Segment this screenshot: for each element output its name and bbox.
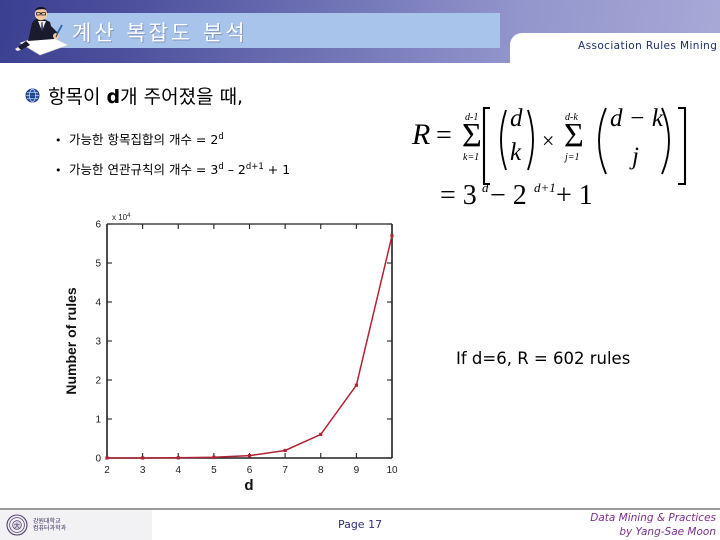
bullet-dot: • — [55, 134, 62, 147]
person-writing-icon — [12, 3, 74, 58]
y-tick-label: 2 — [95, 376, 101, 387]
formula-paren2-right — [661, 107, 670, 175]
x-tick-label: 6 — [247, 465, 253, 476]
slide: 계산 복잡도 분석 Association Rules Mining 항목이 d… — [0, 0, 720, 540]
y-axis-label: Number of rules — [63, 287, 79, 395]
credit-line-2: by Yang-Sae Moon — [619, 526, 716, 539]
bullet-dot: • — [55, 164, 62, 177]
formula-bracket-left — [482, 106, 490, 186]
page-title: 계산 복잡도 분석 — [72, 21, 248, 45]
formula-paren1-right — [527, 109, 534, 171]
x-tick-label: 8 — [318, 465, 324, 476]
formula-line2-exp1: d — [482, 180, 489, 195]
data-point — [247, 454, 252, 458]
lead-statement: 항목이 d개 주어졌을 때, — [48, 82, 243, 109]
rule-count-formula: R = Σ d-1 k=1 d k × Σ d-k j=1 d − k j = … — [410, 98, 710, 210]
x-axis-label: d — [244, 477, 253, 494]
credit-line-1: Data Mining & Practices — [590, 512, 716, 524]
formula-paren1-left — [500, 109, 507, 171]
sub-bullet-exponent: d — [218, 131, 224, 142]
footer-credit: Data Mining & Practices by Yang-Sae Moon — [590, 511, 716, 539]
lead-suffix: 개 주어졌을 때, — [120, 86, 244, 108]
lead-variable: d — [106, 86, 121, 108]
x-tick-label: 9 — [354, 465, 360, 476]
formula-sigma1-top: d-1 — [465, 112, 478, 123]
y-tick-label: 3 — [95, 337, 101, 348]
globe-network-icon — [25, 88, 40, 103]
data-point — [283, 448, 287, 453]
formula-equals: = — [436, 120, 452, 151]
data-point — [319, 432, 323, 437]
y-tick-label: 5 — [95, 259, 101, 270]
formula-binom1-top: d — [510, 105, 523, 132]
chart-axes — [106, 223, 393, 459]
rules-growth-chart: 2 3 4 5 6 7 8 9 10 0 1 2 3 4 5 6 x 104 d Number of rule… — [62, 206, 422, 506]
formula-paren2-left — [598, 107, 607, 175]
sub-bullet-tail: + 1 — [263, 162, 291, 177]
sub-bullet-itemsets: • 가능한 항목집합의 개수 = 2d — [55, 129, 224, 148]
y-tick-label: 6 — [95, 220, 101, 231]
formula-line2-mid: − 2 — [490, 180, 527, 210]
x-tick-label: 10 — [386, 465, 398, 476]
formula-sigma1-bottom: k=1 — [463, 152, 479, 163]
formula-line2-tail: + 1 — [556, 180, 593, 210]
chart-ticks: 2 3 4 5 6 7 8 9 10 0 1 2 3 4 5 6 — [95, 220, 398, 477]
chart-series — [105, 234, 394, 460]
lead-prefix: 항목이 — [48, 86, 107, 108]
sub-bullet-mid: – 2 — [223, 162, 246, 177]
sub-bullet-text: 가능한 항목집합의 개수 = 2 — [69, 132, 219, 147]
formula-lhs: R — [411, 118, 430, 151]
data-point — [141, 456, 145, 460]
series-line — [106, 235, 393, 459]
data-point — [390, 234, 394, 238]
formula-line2: = 3 — [440, 180, 477, 210]
y-tick-label: 0 — [95, 454, 101, 465]
sub-bullet-exponent-2: d+1 — [245, 161, 264, 172]
formula-binom2-bottom: j — [629, 143, 639, 170]
data-point — [176, 456, 180, 460]
title-band: 계산 복잡도 분석 — [42, 13, 500, 48]
x-tick-label: 7 — [282, 465, 288, 476]
formula-line2-exp2: d+1 — [534, 180, 556, 195]
data-point — [354, 383, 358, 387]
formula-binom2-top: d − k — [610, 105, 664, 132]
formula-binom1-bottom: k — [510, 139, 522, 166]
y-tick-label: 1 — [95, 415, 101, 426]
sub-bullet-rules: • 가능한 연관규칙의 개수 = 3d – 2d+1 + 1 — [55, 159, 290, 178]
y-axis-multiplier: x 104 — [112, 213, 131, 222]
data-point — [212, 455, 216, 459]
formula-bracket-right — [678, 106, 687, 186]
header-subtitle: Association Rules Mining — [578, 40, 718, 52]
formula-times: × — [542, 128, 554, 153]
data-point — [105, 456, 109, 460]
x-tick-label: 5 — [211, 465, 217, 476]
sub-bullet-text: 가능한 연관규칙의 개수 = 3 — [69, 162, 219, 177]
formula-sigma2-top: d-k — [565, 112, 578, 123]
x-tick-label: 4 — [175, 465, 181, 476]
annotation-text: If d=6, R = 602 rules — [456, 349, 631, 368]
x-tick-label: 3 — [140, 465, 146, 476]
formula-sigma2-bottom: j=1 — [563, 152, 580, 163]
x-tick-label: 2 — [104, 465, 110, 476]
y-tick-label: 4 — [95, 298, 101, 309]
